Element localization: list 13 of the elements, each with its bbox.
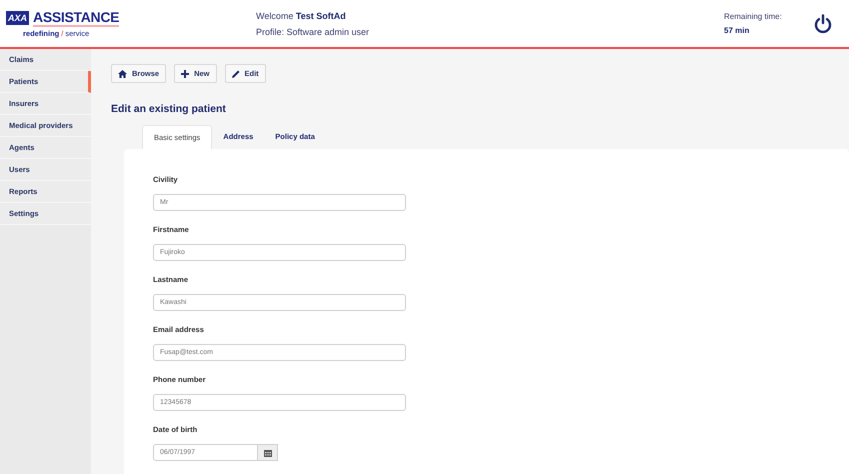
page-title: Edit an existing patient bbox=[111, 103, 227, 115]
logo-mark: AXA bbox=[6, 11, 30, 25]
pencil-icon bbox=[232, 70, 240, 78]
welcome-text: Welcome Test SoftAd bbox=[256, 10, 347, 22]
calendar-icon bbox=[264, 448, 272, 456]
calendar-button[interactable] bbox=[258, 444, 278, 461]
profile-text: Profile: Software admin user bbox=[256, 26, 370, 38]
home-icon bbox=[118, 70, 127, 78]
remaining-time-label: Remaining time: bbox=[724, 10, 783, 23]
plus-icon bbox=[181, 70, 190, 78]
remaining-time-value: 57 min bbox=[724, 24, 750, 36]
logo-name: ASSISTANCE bbox=[33, 9, 120, 27]
power-icon[interactable] bbox=[814, 14, 832, 34]
